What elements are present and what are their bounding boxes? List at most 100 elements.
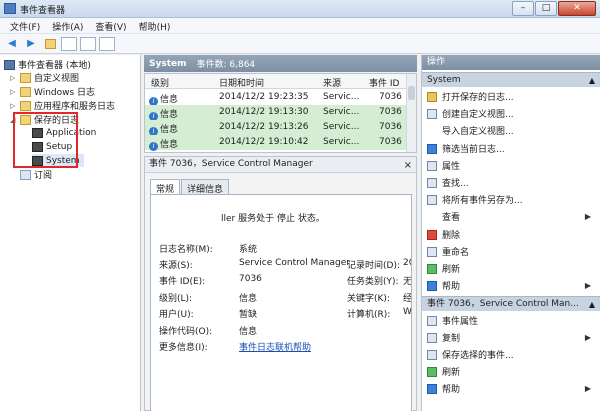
menu-view[interactable]: 查看(V) bbox=[89, 18, 132, 33]
info-icon: i bbox=[149, 142, 158, 151]
menu-action[interactable]: 操作(A) bbox=[46, 18, 89, 33]
console-tree-icon[interactable] bbox=[61, 36, 77, 51]
up-folder-icon[interactable] bbox=[42, 37, 58, 51]
delete-icon bbox=[427, 229, 437, 240]
action-pane-icon[interactable] bbox=[99, 36, 115, 51]
actions-header: 操作 bbox=[422, 55, 600, 70]
collapse-arrow-icon[interactable]: ▲ bbox=[589, 73, 595, 88]
help-icon[interactable] bbox=[80, 36, 96, 51]
log-header: System 事件数: 6,864 bbox=[144, 55, 417, 72]
action-refresh[interactable]: 刷新 bbox=[422, 261, 582, 276]
folder-icon bbox=[20, 72, 31, 83]
action-import-custom-view[interactable]: 导入自定义视图... bbox=[422, 123, 582, 138]
log-name-value: 系统 bbox=[239, 245, 258, 255]
save-icon bbox=[427, 349, 437, 360]
event-list-scrollbar[interactable] bbox=[406, 74, 416, 152]
folder-icon bbox=[20, 86, 31, 97]
keywords-value: 经 bbox=[403, 294, 412, 304]
toolbar: ◀ ▶ bbox=[0, 34, 600, 54]
table-row[interactable]: i 信息 2014/12/2 19:23:35 Servic... 7036 bbox=[145, 90, 407, 106]
action-rename[interactable]: 重命名 bbox=[422, 244, 582, 259]
event-list: 级别 日期和时间 来源 事件 ID i 信息 2014/12/2 19:23:35… bbox=[144, 73, 417, 153]
action-copy[interactable]: 复制 ▶ bbox=[422, 330, 600, 345]
action-save-all-events[interactable]: 将所有事件另存为... bbox=[422, 192, 582, 207]
minimize-button[interactable]: – bbox=[512, 1, 534, 16]
expand-icon[interactable]: ▷ bbox=[10, 74, 17, 82]
tab-details[interactable]: 详细信息 bbox=[181, 179, 230, 195]
tab-general[interactable]: 常规 bbox=[150, 179, 181, 195]
log-name: System bbox=[149, 58, 187, 69]
event-viewer-icon bbox=[4, 59, 15, 70]
level-value: 信息 bbox=[239, 294, 258, 304]
menu-bar: 文件(F) 操作(A) 查看(V) 帮助(H) bbox=[0, 18, 600, 34]
copy-icon bbox=[427, 332, 437, 343]
detail-body: ller 服务处于 停止 状态。 日志名称(M): 来源(S): 事件 ID(E… bbox=[150, 194, 412, 411]
task-category-value: 无 bbox=[403, 277, 412, 287]
menu-file[interactable]: 文件(F) bbox=[4, 18, 46, 33]
opcode-value: 信息 bbox=[239, 327, 258, 337]
expand-icon[interactable]: ▷ bbox=[10, 88, 17, 96]
navigation-tree: 事件查看器 (本地) ▷ 自定义视图 ▷ Windows 日志 ▷ 应用程序和服… bbox=[0, 55, 141, 411]
filter-add-icon bbox=[427, 108, 437, 119]
source-value: Service Control Manager bbox=[239, 258, 350, 268]
table-row[interactable]: i 信息 2014/12/2 19:13:30 Servic... 7036 bbox=[145, 105, 407, 121]
event-message: ller 服务处于 停止 状态。 bbox=[221, 214, 325, 224]
window-title: 事件查看器 bbox=[20, 6, 66, 16]
actions-section-event[interactable]: 事件 7036，Service Control Man... ▲ bbox=[422, 296, 600, 311]
action-filter-log[interactable]: 筛选当前日志... bbox=[422, 141, 582, 156]
rename-icon bbox=[427, 246, 437, 257]
submenu-arrow-icon: ▶ bbox=[584, 384, 591, 393]
computer-value: W bbox=[403, 307, 412, 317]
refresh-icon bbox=[427, 263, 437, 274]
forward-arrow-icon[interactable]: ▶ bbox=[23, 37, 39, 51]
highlight-box bbox=[13, 112, 78, 168]
tree-item-subscriptions[interactable]: 订阅 bbox=[10, 168, 52, 181]
help-icon bbox=[427, 280, 437, 291]
action-view[interactable]: 查看 ▶ bbox=[422, 209, 600, 224]
filter-icon bbox=[427, 143, 437, 154]
tree-root[interactable]: 事件查看器 (本地) bbox=[4, 58, 91, 71]
event-properties-icon bbox=[427, 315, 437, 326]
event-id-value: 7036 bbox=[239, 274, 262, 284]
title-bar: 事件查看器 – □ ✕ bbox=[0, 0, 600, 18]
tree-item-custom-views[interactable]: ▷ 自定义视图 bbox=[10, 71, 79, 84]
menu-help[interactable]: 帮助(H) bbox=[133, 18, 177, 33]
column-source[interactable]: 来源 bbox=[323, 76, 341, 89]
help-icon bbox=[427, 383, 437, 394]
action-find[interactable]: 查找... bbox=[422, 175, 582, 190]
action-create-custom-view[interactable]: 创建自定义视图... bbox=[422, 106, 582, 121]
maximize-button[interactable]: □ bbox=[535, 1, 557, 16]
user-value: 暂缺 bbox=[239, 310, 258, 320]
submenu-arrow-icon: ▶ bbox=[584, 212, 591, 221]
close-icon[interactable]: × bbox=[404, 158, 412, 173]
action-properties[interactable]: 属性 bbox=[422, 158, 582, 173]
properties-icon bbox=[427, 160, 437, 171]
table-row[interactable]: i 信息 2014/12/2 19:13:26 Servic... 7036 bbox=[145, 120, 407, 136]
action-refresh-event[interactable]: 刷新 bbox=[422, 364, 582, 379]
event-detail-pane: 事件 7036，Service Control Manager × 常规 详细信… bbox=[144, 156, 417, 411]
action-event-properties[interactable]: 事件属性 bbox=[422, 313, 582, 328]
actions-pane: 操作 System ▲ 打开保存的日志... 创建自定义视图... 导入自定义视… bbox=[421, 55, 600, 411]
action-delete[interactable]: 删除 bbox=[422, 227, 582, 242]
close-button[interactable]: ✕ bbox=[558, 1, 596, 16]
expand-icon[interactable]: ▷ bbox=[10, 102, 17, 110]
tree-item-windows-logs[interactable]: ▷ Windows 日志 bbox=[10, 85, 95, 98]
actions-section-system[interactable]: System ▲ bbox=[422, 72, 600, 87]
tree-item-app-service-logs[interactable]: ▷ 应用程序和服务日志 bbox=[10, 99, 115, 112]
collapse-arrow-icon[interactable]: ▲ bbox=[589, 297, 595, 312]
back-arrow-icon[interactable]: ◀ bbox=[4, 37, 20, 51]
app-icon bbox=[4, 3, 16, 14]
online-help-link[interactable]: 事件日志联机帮助 bbox=[239, 340, 311, 353]
view-icon bbox=[427, 212, 437, 222]
logged-value: 20 bbox=[403, 258, 411, 268]
event-count: 事件数: 6,864 bbox=[196, 60, 256, 70]
column-event-id[interactable]: 事件 ID bbox=[369, 76, 399, 89]
column-level[interactable]: 级别 bbox=[151, 76, 169, 89]
action-help[interactable]: 帮助 ▶ bbox=[422, 278, 600, 293]
action-help-event[interactable]: 帮助 ▶ bbox=[422, 381, 600, 396]
table-row[interactable]: i 信息 2014/12/2 19:10:42 Servic... 7036 bbox=[145, 135, 407, 151]
action-open-saved-log[interactable]: 打开保存的日志... bbox=[422, 89, 582, 104]
column-datetime[interactable]: 日期和时间 bbox=[219, 76, 264, 89]
save-icon bbox=[427, 194, 437, 205]
action-save-selected[interactable]: 保存选择的事件... bbox=[422, 347, 582, 362]
